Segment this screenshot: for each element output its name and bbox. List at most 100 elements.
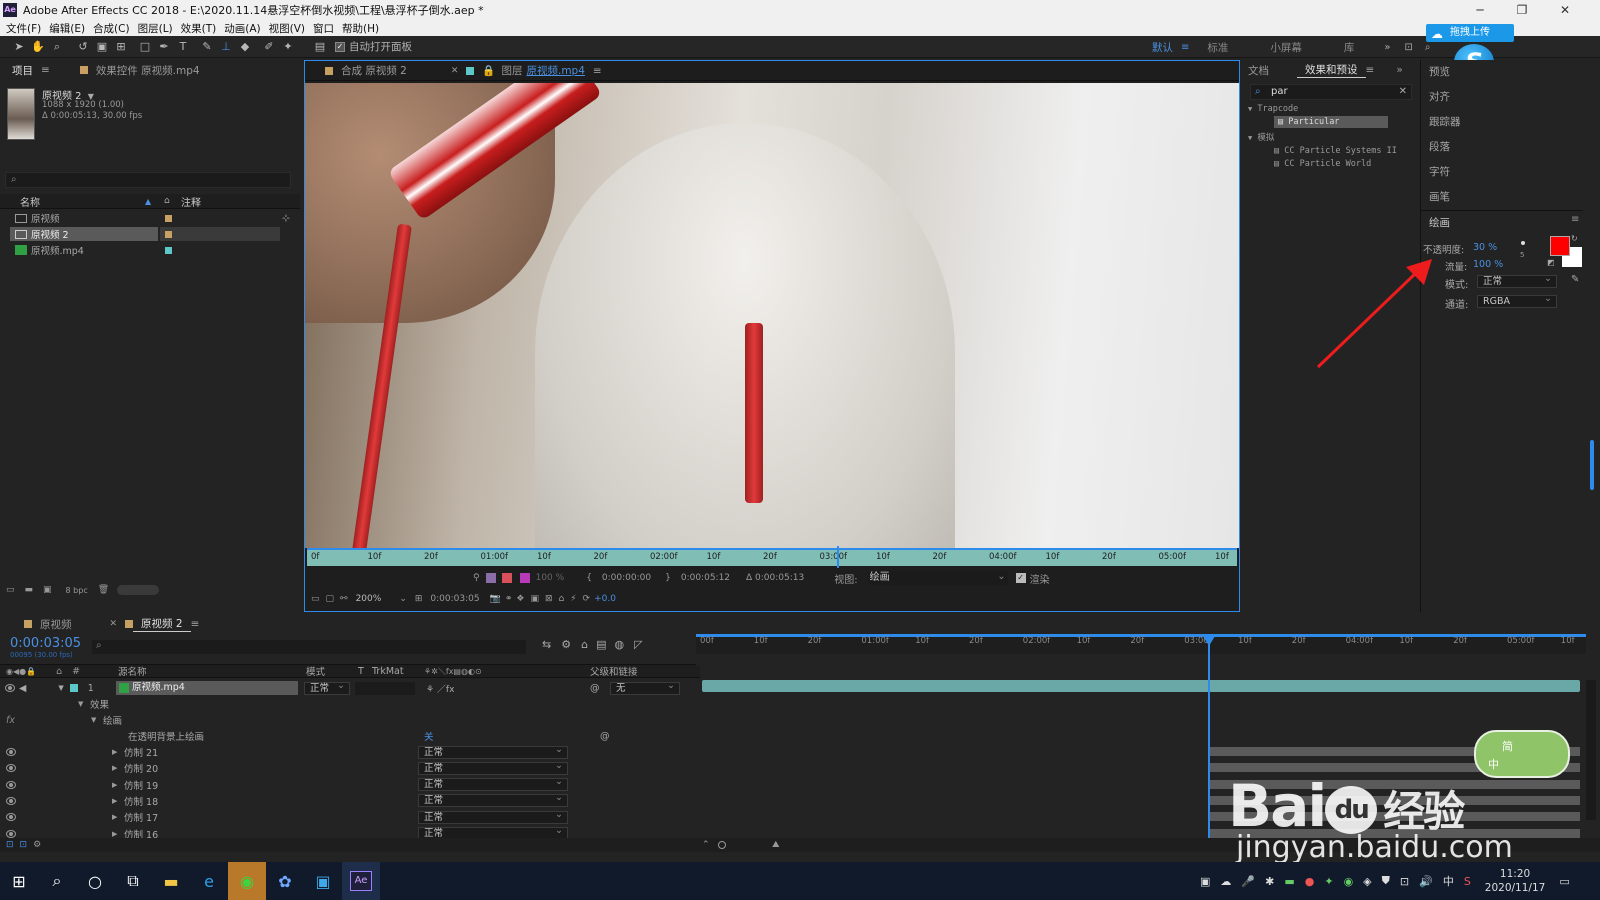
- tray-icon[interactable]: ◈: [1363, 875, 1371, 888]
- panel-menu-icon[interactable]: ≡: [1571, 214, 1579, 225]
- layer-time-ruler[interactable]: 0f 10f 20f 01:00f 10f 20f 02:00f 10f 20f 03:00f 10…: [307, 548, 1237, 566]
- sync-settings-icon[interactable]: ⊡: [1405, 42, 1413, 53]
- menu-effect[interactable]: 效果(T): [181, 21, 217, 36]
- interpret-footage-icon[interactable]: ▭: [6, 585, 15, 595]
- col-name[interactable]: 名称: [20, 194, 40, 209]
- stroke-mode-dropdown[interactable]: 正常: [418, 809, 568, 824]
- upload-badge[interactable]: ☁ 拖拽上传: [1426, 24, 1514, 42]
- fx-icon[interactable]: fx: [6, 715, 15, 726]
- layer-name-field[interactable]: 原视频.mp4: [116, 681, 298, 695]
- after-effects-taskbar-button[interactable]: Ae: [342, 862, 380, 900]
- mode-dropdown[interactable]: 正常: [1477, 273, 1557, 288]
- eye-icon[interactable]: [6, 748, 16, 756]
- timeline-time-ruler[interactable]: 00f 10f 20f 01:00f 10f 20f 02:00f 10f 20f 03:00f 1…: [696, 634, 1586, 654]
- auto-open-checkbox[interactable]: ✓: [335, 41, 345, 52]
- text-tool-icon[interactable]: T: [176, 40, 190, 54]
- tab-effects-presets[interactable]: 效果和预设: [1297, 62, 1366, 78]
- side-item-brushes[interactable]: 画笔: [1429, 189, 1450, 204]
- pin-icon[interactable]: ⚲: [473, 573, 480, 583]
- reset-exposure-icon[interactable]: ⟳: [583, 594, 591, 604]
- tab-timeline-comp2[interactable]: 原视频 2: [133, 616, 191, 632]
- current-time[interactable]: 0:00:03:05: [430, 594, 479, 604]
- expand-layer-icon[interactable]: ▼: [58, 684, 63, 692]
- snapshot-icon[interactable]: 📷: [490, 594, 501, 604]
- out-point-icon[interactable]: }: [665, 573, 671, 583]
- tray-icon[interactable]: ✱: [1265, 875, 1274, 888]
- channel-icon[interactable]: ❖: [516, 594, 524, 604]
- exposure-value[interactable]: +0.0: [594, 594, 616, 604]
- fast-preview-icon[interactable]: ⚡: [570, 594, 576, 604]
- default-colors-icon[interactable]: ◩: [1547, 258, 1555, 267]
- col-mode[interactable]: 模式: [306, 664, 325, 678]
- thumbnail-slider[interactable]: [117, 585, 160, 595]
- current-time-indicator[interactable]: [837, 546, 839, 568]
- pick-whip-icon[interactable]: @: [590, 683, 600, 694]
- zoom-out-icon[interactable]: ⌃: [702, 840, 710, 850]
- volume-icon[interactable]: 🔊: [1419, 875, 1433, 888]
- label-swatch[interactable]: [165, 230, 172, 238]
- workspace-menu-icon[interactable]: ≡: [1181, 42, 1189, 53]
- timeline-search-input[interactable]: ⌕: [92, 640, 526, 654]
- file-explorer-icon[interactable]: ▬: [152, 862, 190, 900]
- pick-whip-icon[interactable]: @: [600, 731, 610, 742]
- stroke-mode-dropdown[interactable]: 正常: [418, 744, 568, 759]
- camera-tool-icon[interactable]: ▣: [95, 40, 109, 54]
- wechat-icon[interactable]: ◉: [228, 862, 266, 900]
- stroke-row[interactable]: ▶ 仿制 20 正常: [0, 760, 700, 776]
- bpc-label[interactable]: 8 bpc: [66, 586, 88, 595]
- panel-menu-icon[interactable]: ≡: [191, 618, 200, 630]
- help-search-icon[interactable]: ⌕: [1425, 42, 1431, 53]
- pen-tool-icon[interactable]: ✒: [157, 40, 171, 54]
- paint-on-transparent-value[interactable]: 关: [424, 729, 434, 743]
- tray-icon[interactable]: ▬: [1284, 875, 1294, 888]
- cortana-icon[interactable]: ○: [76, 862, 114, 900]
- motion-blur-icon[interactable]: ◍: [614, 638, 624, 651]
- zoom-dropdown[interactable]: 200%: [356, 594, 382, 604]
- col-source-name[interactable]: 源名称: [118, 664, 147, 678]
- shield-icon[interactable]: ⛊: [1382, 874, 1390, 888]
- shy-layers-icon[interactable]: ⌂: [581, 638, 588, 651]
- roto-brush-tool-icon[interactable]: ✐: [262, 40, 276, 54]
- fit-icon[interactable]: ⊞: [415, 594, 423, 604]
- clone-stamp-tool-icon[interactable]: ⊥: [219, 40, 233, 54]
- new-folder-icon[interactable]: ▬: [25, 585, 34, 595]
- effect-item[interactable]: ▤ CC Particle Systems II: [1274, 146, 1397, 156]
- region-icon[interactable]: ▣: [530, 594, 539, 604]
- expand-stroke-icon[interactable]: ▶: [112, 748, 124, 756]
- ime-indicator[interactable]: 中: [1443, 873, 1454, 889]
- network-icon[interactable]: ⊡: [1400, 875, 1409, 888]
- parent-dropdown[interactable]: 无: [610, 680, 680, 695]
- layer-duration-bar[interactable]: [702, 680, 1580, 692]
- eye-icon[interactable]: [6, 796, 16, 805]
- label-swatch[interactable]: [165, 246, 172, 254]
- label-swatch[interactable]: [165, 214, 172, 222]
- project-item[interactable]: 原视频 2: [0, 226, 300, 242]
- foreground-color-swatch[interactable]: [1550, 236, 1570, 256]
- expand-effects-icon[interactable]: ▼: [78, 700, 90, 708]
- stroke-mode-dropdown[interactable]: 正常: [418, 792, 568, 808]
- ime-status-widget[interactable]: 简 中: [1474, 730, 1570, 778]
- eye-icon[interactable]: [5, 684, 15, 692]
- minimize-button[interactable]: ─: [1460, 0, 1500, 20]
- tray-icon[interactable]: ☁: [1220, 875, 1231, 888]
- stroke-mode-dropdown[interactable]: 正常: [418, 776, 568, 792]
- effect-item[interactable]: ▤ CC Particle World: [1274, 159, 1397, 169]
- eye-icon[interactable]: [6, 780, 16, 789]
- tab-effect-controls[interactable]: 效果控件 原视频.mp4: [96, 63, 200, 78]
- tray-icon[interactable]: ▣: [1200, 875, 1210, 888]
- effects-search-input[interactable]: ⌕ par ✕: [1250, 84, 1412, 100]
- show-snapshot-icon[interactable]: ⚭: [505, 594, 513, 604]
- expand-stroke-icon[interactable]: ▶: [112, 781, 124, 789]
- project-search-input[interactable]: ⌕: [5, 172, 291, 188]
- av-switches-icon[interactable]: ◉◀●🔒: [6, 667, 36, 676]
- panel-menu-icon[interactable]: ≡: [41, 64, 50, 76]
- brush-tip-icon[interactable]: [1521, 241, 1525, 245]
- mask-visibility-icon[interactable]: ⚯: [340, 594, 348, 604]
- trkmat-dropdown[interactable]: [355, 681, 415, 695]
- workspace-standard[interactable]: 标准: [1207, 40, 1228, 55]
- flowchart-icon[interactable]: ⊹: [282, 213, 290, 224]
- side-item-paragraph[interactable]: 段落: [1429, 139, 1450, 154]
- toggle-duration-icon[interactable]: ⚙: [33, 840, 41, 850]
- stroke-row[interactable]: ▶ 仿制 17 正常: [0, 809, 700, 825]
- flow-value[interactable]: 100 %: [1473, 259, 1503, 270]
